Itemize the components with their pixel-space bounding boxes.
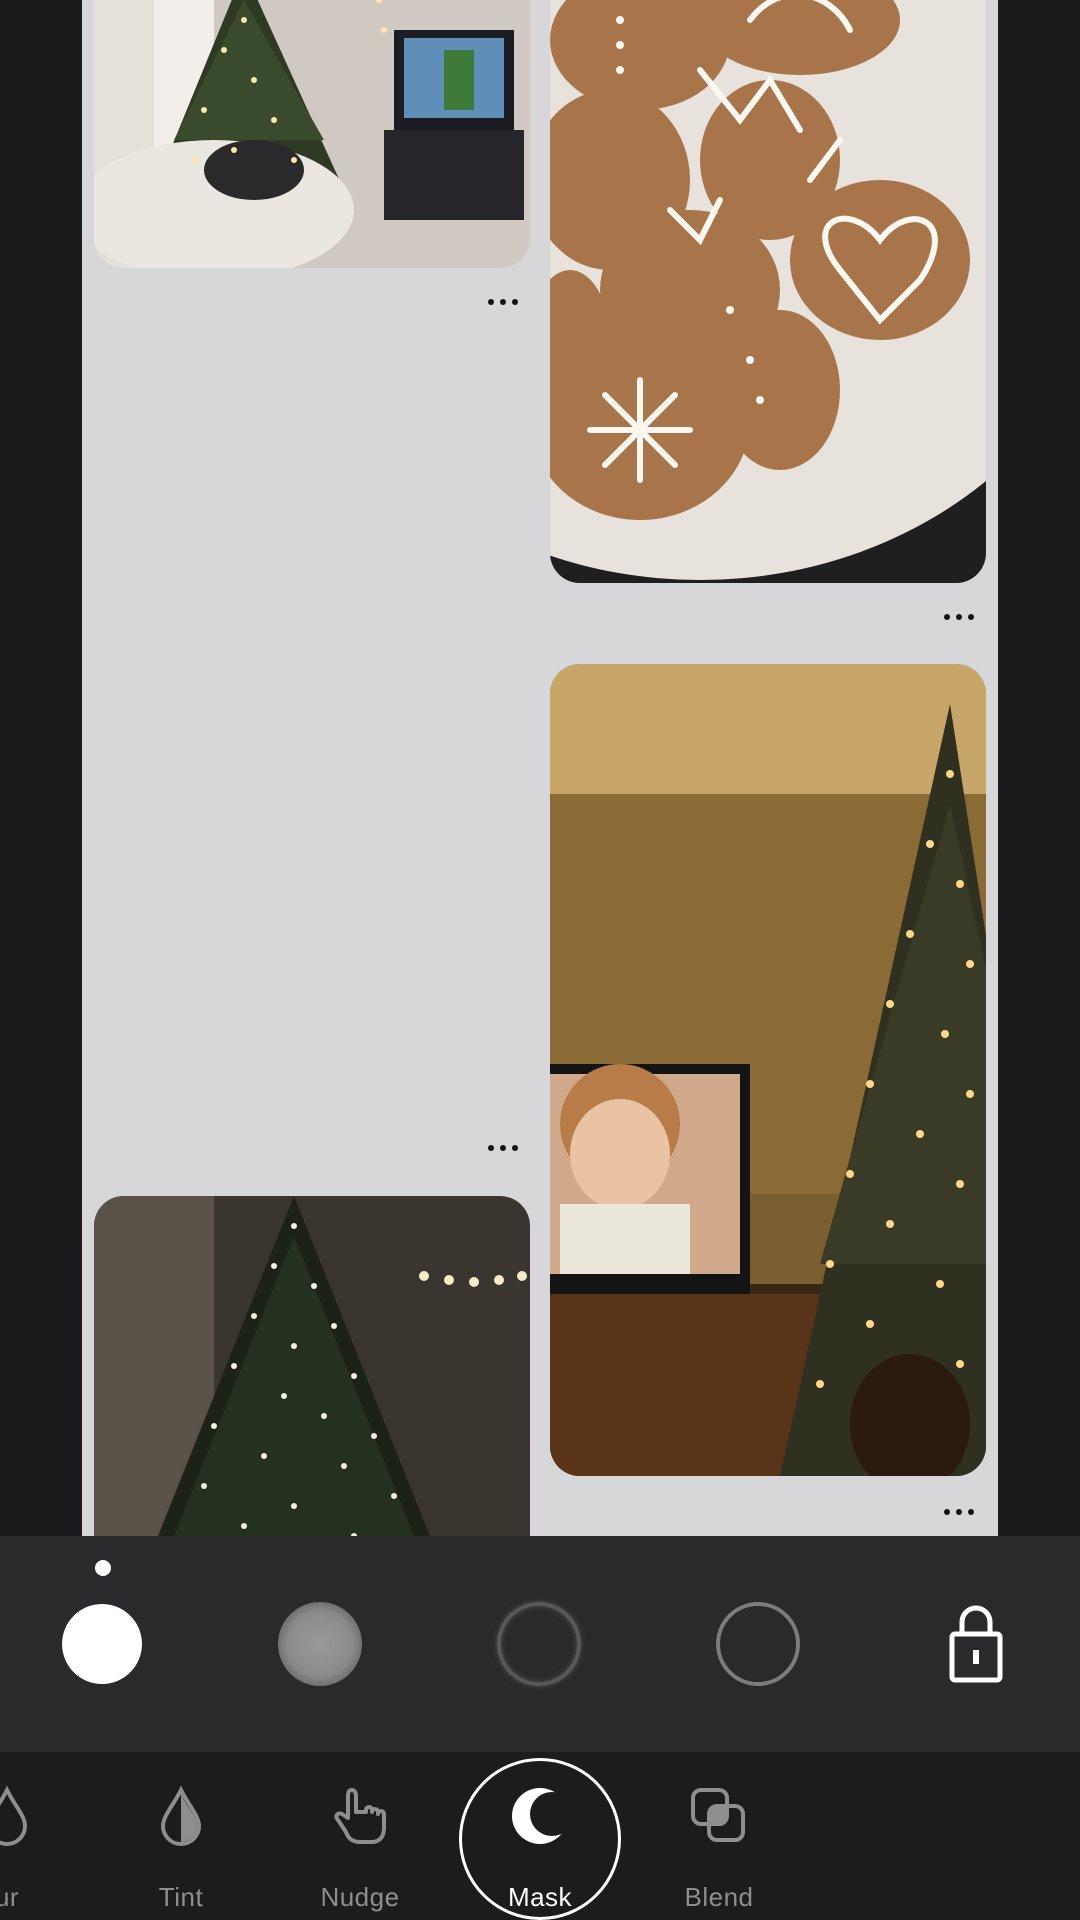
tool-mask[interactable]: Mask <box>459 1752 621 1920</box>
hand-pointer-icon <box>328 1784 392 1848</box>
pin-gingerbread-cookies[interactable] <box>550 0 986 583</box>
soft-ring-brush-button[interactable] <box>497 1602 581 1686</box>
ring-brush-button[interactable] <box>716 1602 800 1686</box>
tool-blend[interactable]: Blend <box>644 1752 794 1920</box>
pin-more-button[interactable] <box>488 296 518 308</box>
tool-blur[interactable]: ur <box>0 1752 82 1920</box>
soft-brush-button[interactable] <box>278 1602 362 1686</box>
blend-squares-icon <box>687 1784 751 1848</box>
tool-label: Mask <box>507 1882 573 1912</box>
editor-canvas[interactable] <box>82 0 998 1536</box>
pin-more-button[interactable] <box>944 1506 974 1518</box>
tool-nudge[interactable]: Nudge <box>285 1752 435 1920</box>
brush-panel <box>0 1536 1080 1752</box>
moon-mask-icon <box>508 1784 574 1848</box>
tool-bar: ur Tint Nudge Mask Blend <box>0 1752 1080 1920</box>
pin-more-button[interactable] <box>488 1142 518 1154</box>
lock-icon[interactable] <box>948 1600 1004 1686</box>
pin-lit-tree[interactable] <box>94 1196 530 1536</box>
tool-label: Tint <box>158 1882 204 1912</box>
blur-drop-icon <box>0 1784 39 1848</box>
pin-more-button[interactable] <box>944 611 974 623</box>
tool-label: Nudge <box>320 1882 400 1912</box>
tool-label: Blend <box>684 1882 754 1912</box>
tool-label: ur <box>0 1882 20 1912</box>
tint-drop-icon <box>149 1784 213 1848</box>
hard-brush-button[interactable] <box>62 1604 142 1684</box>
tool-tint[interactable]: Tint <box>106 1752 256 1920</box>
selected-indicator <box>95 1560 111 1576</box>
pin-tree-home-alone[interactable] <box>550 664 986 1476</box>
pin-christmas-living-room[interactable] <box>94 0 530 268</box>
